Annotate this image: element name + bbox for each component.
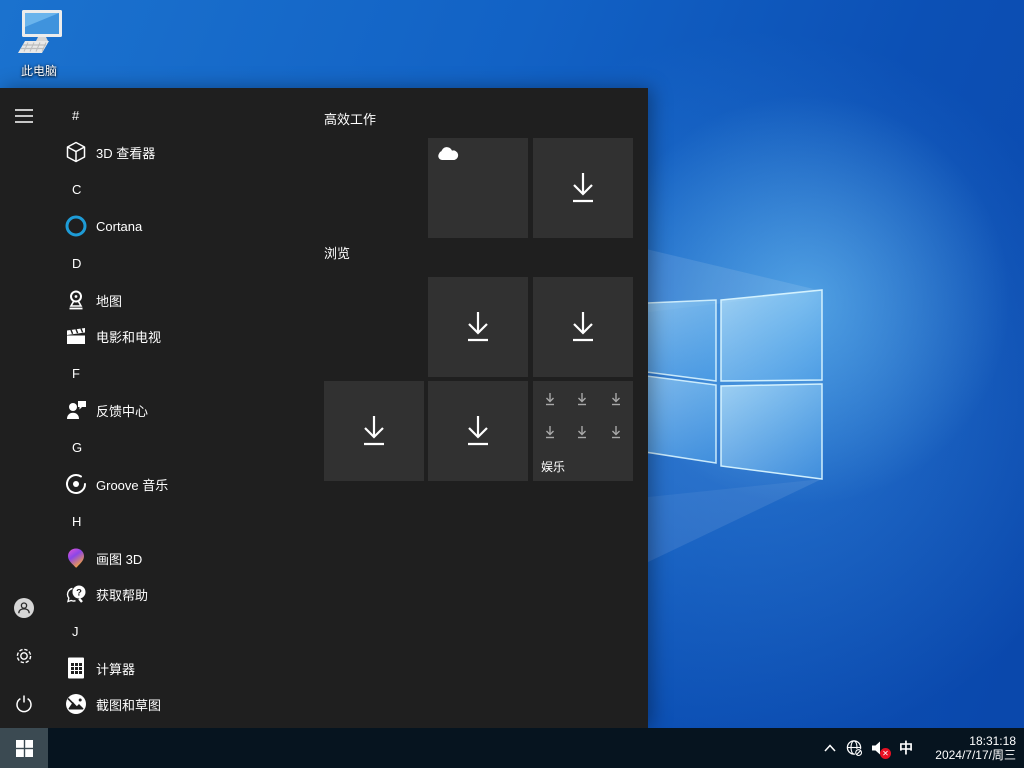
app-item-snip-sketch[interactable]: 截图和草图	[48, 686, 324, 722]
app-item-movies-tv[interactable]: 电影和电视	[48, 318, 324, 354]
section-letter[interactable]: F	[48, 354, 324, 392]
globe-no-internet-icon	[845, 739, 864, 758]
app-label: 地图	[96, 291, 122, 310]
download-arrow-icon	[608, 391, 624, 407]
onedrive-cloud-icon	[437, 146, 459, 162]
ime-indicator[interactable]: 中	[892, 728, 920, 768]
download-arrow-icon	[542, 424, 558, 440]
clock-date: 2024/7/17/周三	[924, 748, 1016, 762]
tray-overflow-button[interactable]	[817, 728, 842, 768]
download-arrow-icon	[354, 411, 394, 451]
expand-menu-button[interactable]	[0, 92, 48, 140]
download-arrow-icon	[542, 391, 558, 407]
app-item-groove-music[interactable]: Groove 音乐	[48, 466, 324, 502]
section-letter[interactable]: H	[48, 502, 324, 540]
user-account-button[interactable]	[0, 584, 48, 632]
tile-folder-entertainment[interactable]: 娱乐	[533, 381, 633, 481]
app-label: 电影和电视	[96, 327, 161, 346]
desktop-icon-label: 此电脑	[8, 62, 70, 79]
start-menu: # 3D 查看器 C Cortana	[0, 88, 648, 728]
paint-3d-icon	[64, 546, 88, 570]
calculator-icon	[64, 656, 88, 680]
download-arrow-icon	[458, 307, 498, 347]
windows-start-icon	[16, 740, 33, 757]
tile-pending-download[interactable]	[533, 138, 633, 238]
section-letter[interactable]: #	[48, 96, 324, 134]
app-item-3d-viewer[interactable]: 3D 查看器	[48, 134, 324, 170]
app-label: Groove 音乐	[96, 475, 168, 494]
download-arrow-icon	[608, 424, 624, 440]
clock-time: 18:31:18	[924, 734, 1016, 748]
all-apps-list: # 3D 查看器 C Cortana	[48, 88, 324, 728]
volume-button[interactable]: ✕	[867, 728, 892, 768]
download-arrow-icon	[574, 424, 590, 440]
tile-pending-download[interactable]	[533, 277, 633, 377]
chevron-up-icon	[823, 743, 837, 753]
download-arrow-icon	[574, 391, 590, 407]
svg-text:?: ?	[76, 587, 82, 598]
feedback-hub-icon	[64, 398, 88, 422]
section-letter[interactable]: C	[48, 170, 324, 208]
section-letter[interactable]: J	[48, 612, 324, 650]
settings-button[interactable]	[0, 632, 48, 680]
tile-pending-download[interactable]	[428, 381, 528, 481]
taskbar: ✕ 中 18:31:18 2024/7/17/周三	[0, 728, 1024, 768]
app-item-paint-3d[interactable]: 画图 3D	[48, 540, 324, 576]
tile-folder-label: 娱乐	[541, 458, 565, 475]
app-item-get-help[interactable]: ? 获取帮助	[48, 576, 324, 612]
this-pc-icon	[13, 8, 65, 56]
section-letter[interactable]: D	[48, 244, 324, 282]
app-item-maps[interactable]: 地图	[48, 282, 324, 318]
app-label: 截图和草图	[96, 695, 161, 714]
app-label: 3D 查看器	[96, 143, 155, 162]
start-menu-rail	[0, 88, 48, 728]
3d-viewer-icon	[64, 140, 88, 164]
groove-music-icon	[64, 472, 88, 496]
app-label: 反馈中心	[96, 401, 148, 420]
movies-tv-icon	[64, 324, 88, 348]
app-item-feedback-hub[interactable]: 反馈中心	[48, 392, 324, 428]
tile-group-title[interactable]: 高效工作	[324, 109, 376, 128]
app-label: 获取帮助	[96, 585, 148, 604]
hamburger-menu-icon	[14, 108, 34, 124]
download-arrow-icon	[563, 307, 603, 347]
screen: 此电脑	[0, 0, 1024, 768]
power-icon	[14, 694, 34, 714]
app-item-cortana[interactable]: Cortana	[48, 208, 324, 244]
start-button[interactable]	[0, 728, 48, 768]
cortana-icon	[64, 214, 88, 238]
mute-badge: ✕	[880, 748, 891, 759]
app-label: 计算器	[96, 659, 135, 678]
tile-pending-download[interactable]	[428, 277, 528, 377]
get-help-icon: ?	[64, 582, 88, 606]
system-tray: ✕ 中 18:31:18 2024/7/17/周三	[817, 728, 1024, 768]
snip-sketch-icon	[64, 692, 88, 716]
network-status-button[interactable]	[842, 728, 867, 768]
section-letter[interactable]: G	[48, 428, 324, 466]
settings-gear-icon	[14, 646, 34, 666]
download-arrow-icon	[458, 411, 498, 451]
tile-onedrive[interactable]	[428, 138, 528, 238]
app-label: Cortana	[96, 219, 142, 234]
user-avatar-icon	[13, 597, 35, 619]
download-arrow-icon	[563, 168, 603, 208]
tile-pending-download[interactable]	[324, 381, 424, 481]
power-button[interactable]	[0, 680, 48, 728]
desktop-icon-this-pc[interactable]: 此电脑	[8, 8, 70, 79]
start-tiles-panel: 高效工作 浏览	[324, 88, 640, 728]
app-item-calculator[interactable]: 计算器	[48, 650, 324, 686]
tile-group-title[interactable]: 浏览	[324, 243, 350, 262]
taskbar-clock[interactable]: 18:31:18 2024/7/17/周三	[920, 734, 1024, 762]
app-label: 画图 3D	[96, 549, 142, 568]
maps-icon	[64, 288, 88, 312]
